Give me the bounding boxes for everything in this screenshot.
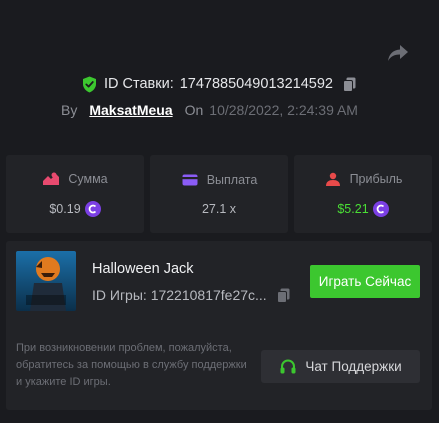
game-id-line: ID Игры: 172210817fe27c... bbox=[92, 287, 291, 303]
stats-row: Сумма $0.19 Выплата 27.1 x Прибыль $5.21 bbox=[6, 155, 432, 233]
stat-amount: Сумма $0.19 bbox=[6, 155, 144, 233]
coin-icon bbox=[84, 201, 101, 217]
card-icon bbox=[181, 172, 199, 188]
copy-bet-id-icon[interactable] bbox=[342, 76, 357, 92]
author-line: By MaksatMeua On 10/28/2022, 2:24:39 AM bbox=[61, 100, 358, 120]
support-chat-button[interactable]: Чат Поддержки bbox=[261, 350, 420, 383]
game-card: Halloween Jack ID Игры: 172210817fe27c..… bbox=[6, 241, 432, 410]
stat-payout: Выплата 27.1 x bbox=[150, 155, 288, 233]
headset-icon bbox=[279, 358, 297, 376]
username-link[interactable]: MaksatMeua bbox=[89, 102, 172, 118]
stat-profit: Прибыль $5.21 bbox=[294, 155, 432, 233]
bet-id-line: ID Ставки: 1747885049013214592 bbox=[0, 74, 439, 94]
bet-id-label: ID Ставки: bbox=[104, 76, 174, 92]
copy-game-id-icon[interactable] bbox=[276, 287, 291, 303]
by-label: By bbox=[61, 102, 78, 118]
share-icon bbox=[388, 45, 408, 61]
on-label: On bbox=[184, 102, 204, 118]
stat-payout-value: 27.1 x bbox=[201, 202, 237, 216]
bet-id-value: 1747885049013214592 bbox=[179, 76, 333, 92]
game-title[interactable]: Halloween Jack bbox=[92, 261, 194, 277]
play-now-button[interactable]: Играть Сейчас bbox=[310, 265, 420, 298]
support-button-label: Чат Поддержки bbox=[305, 359, 402, 374]
support-help-text: При возникновении проблем, пожалуйста, о… bbox=[16, 342, 247, 388]
stat-amount-value: $0.19 bbox=[49, 202, 81, 216]
game-id-value: 172210817fe27c... bbox=[150, 287, 267, 303]
stat-profit-value: $5.21 bbox=[337, 202, 369, 216]
game-thumbnail[interactable] bbox=[16, 251, 76, 311]
sum-icon bbox=[42, 171, 60, 187]
stat-payout-label: Выплата bbox=[206, 173, 258, 187]
stat-amount-label: Сумма bbox=[68, 172, 108, 186]
bet-date: 10/28/2022, 2:24:39 AM bbox=[209, 102, 358, 118]
verified-shield-icon bbox=[82, 75, 98, 93]
stat-profit-label: Прибыль bbox=[349, 172, 403, 186]
game-id-label: ID Игры: bbox=[92, 287, 147, 303]
share-button[interactable] bbox=[386, 42, 410, 64]
coin-icon bbox=[372, 201, 389, 217]
profit-icon bbox=[324, 171, 342, 187]
